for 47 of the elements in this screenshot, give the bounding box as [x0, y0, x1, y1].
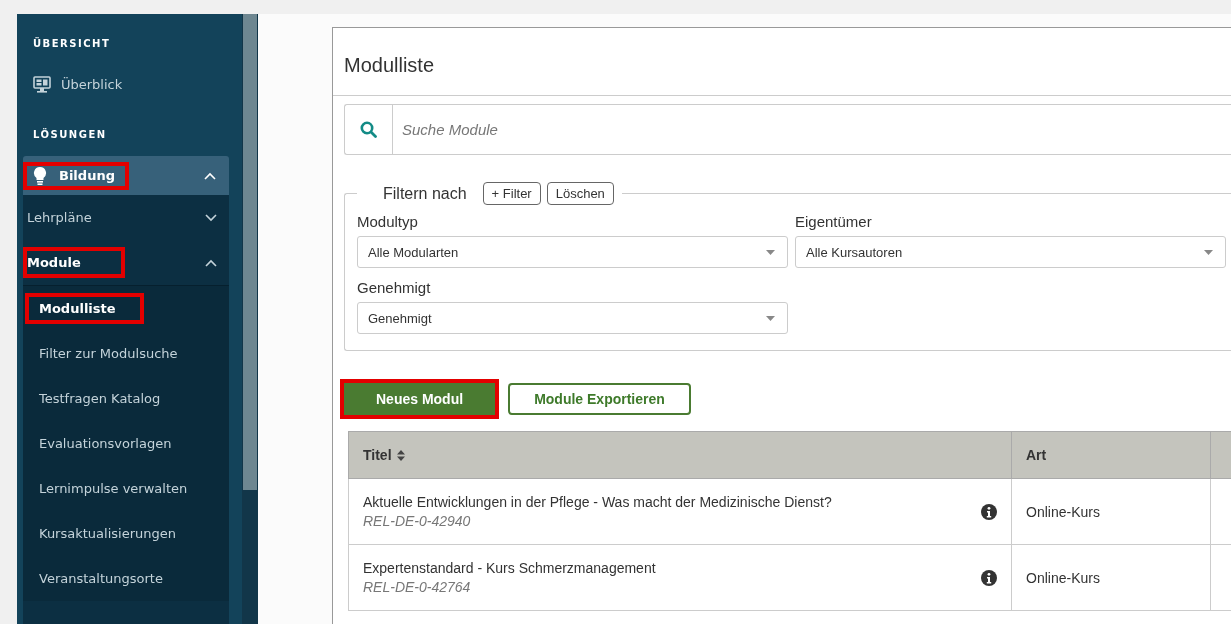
submenu-link[interactable]: Kursaktualisierungen [25, 518, 204, 549]
filter-button[interactable]: + Filter [482, 182, 541, 205]
search-icon [360, 121, 377, 138]
section-heading: ÜBERSICHT [32, 36, 112, 51]
lightbulb-icon [33, 165, 47, 186]
field-label: Modultyp [357, 213, 419, 230]
section-heading: LÖSUNGEN [32, 127, 108, 142]
dropdown[interactable]: Genehmigt [357, 302, 788, 334]
submenu-link[interactable]: Veranstaltungsorte [25, 563, 191, 594]
column-header[interactable]: Titel [348, 431, 1012, 479]
caret-icon [766, 315, 775, 321]
module-code: REL-DE-0-42940 [363, 513, 472, 529]
page-title: Modulliste [333, 28, 1231, 96]
filter-legend: Filtern nach [383, 184, 467, 203]
column-header[interactable]: Art [1011, 431, 1211, 479]
menu-group-label: Bildung [23, 161, 129, 190]
sidebar-item[interactable]: Überblick [17, 51, 242, 99]
chevron-icon [204, 171, 216, 180]
module-title[interactable]: Expertenstandard - Kurs Schmerzmanagement [363, 560, 656, 576]
menu-group[interactable]: Bildung [23, 156, 229, 195]
caret-icon [1204, 249, 1213, 255]
module-code: REL-DE-0-42764 [363, 579, 472, 595]
chevron-icon [205, 258, 217, 267]
sidebar-item-label: Überblick [61, 76, 123, 92]
table-cell: Online-Kurs [1026, 569, 1100, 586]
submenu-link[interactable]: Lernimpulse verwalten [25, 473, 216, 504]
submenu-link[interactable]: Modulliste [25, 293, 144, 324]
submenu-link[interactable]: Evaluationsvorlagen [25, 428, 200, 459]
submenu-link[interactable]: Filter zur Modulsuche [25, 338, 206, 369]
dashboard-icon [33, 75, 51, 93]
dropdown[interactable]: Alle Modularten [357, 236, 788, 268]
table-cell: Online-Kurs [1026, 503, 1100, 520]
submenu-item[interactable]: Lehrpläne [23, 195, 229, 240]
submenu-link[interactable]: Testfragen Katalog [25, 383, 189, 414]
info-icon[interactable] [981, 503, 997, 520]
caret-icon [766, 249, 775, 255]
action-button[interactable]: Module Exportieren [508, 383, 691, 415]
scrollbar-thumb[interactable] [243, 14, 257, 490]
chevron-icon [205, 213, 217, 222]
scrollbar[interactable] [242, 14, 258, 624]
module-title[interactable]: Aktuelle Entwicklungen in der Pflege - Was macht der Medizinische Dienst? [363, 494, 832, 510]
sort-icon [396, 449, 405, 461]
info-icon[interactable] [981, 569, 997, 586]
field-label: Genehmigt [357, 279, 432, 296]
dropdown[interactable]: Alle Kursautoren [795, 236, 1226, 268]
filter-button[interactable]: Löschen [546, 182, 614, 205]
field-label: Eigentümer [795, 213, 873, 230]
